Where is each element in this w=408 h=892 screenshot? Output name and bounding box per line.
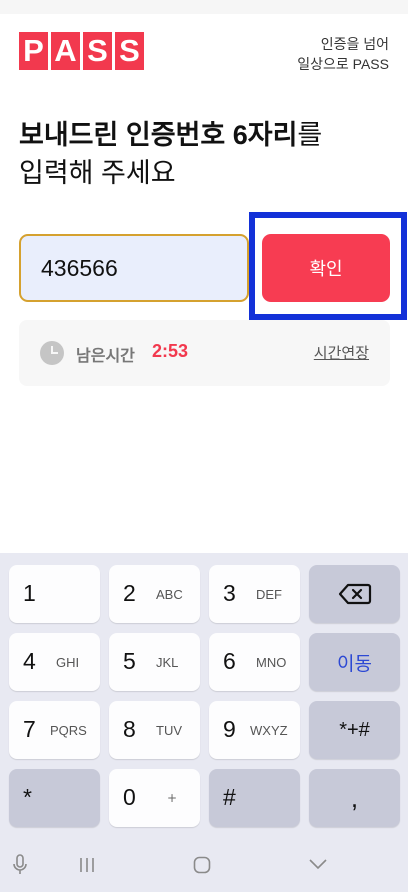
key-number: 1 [23, 580, 36, 606]
move-key[interactable]: 이동 [309, 633, 400, 691]
tagline-line-1: 인증을 넘어 [320, 36, 389, 52]
key-5[interactable]: 5 JKL [109, 633, 200, 691]
tagline: 인증을 넘어 일상으로 PASS [297, 34, 389, 74]
extend-time-link[interactable]: 시간연장 [314, 342, 369, 363]
key-letters: GHI [56, 655, 80, 670]
logo-letter: S [83, 32, 112, 70]
verification-code-value: 436566 [41, 254, 118, 281]
clock-icon [40, 341, 64, 365]
logo-letter: A [51, 32, 80, 70]
tagline-line-2: 일상으로 PASS [297, 56, 389, 72]
key-letters: DEF [256, 587, 282, 602]
key-6[interactable]: 6 MNO [209, 633, 300, 691]
key-letters: TUV [156, 723, 182, 738]
recent-apps-icon[interactable] [78, 857, 96, 873]
navigation-bar [0, 840, 408, 892]
logo-letter: P [19, 32, 48, 70]
hash-key-label: # [223, 784, 236, 810]
page-title-strong: 보내드린 인증번호 6자리 [19, 120, 298, 150]
asterisk-key-label: * [23, 784, 32, 810]
comma-key-label: , [350, 782, 359, 813]
key-9[interactable]: 9 WXYZ [209, 701, 300, 759]
timer-label: 남은시간 [76, 348, 135, 365]
key-8[interactable]: 8 TUV [109, 701, 200, 759]
key-letters: JKL [156, 655, 179, 670]
page-title: 보내드린 인증번호 6자리를 입력해 주세요 [19, 116, 322, 192]
key-letters: ABC [156, 587, 183, 602]
key-letters: PQRS [50, 723, 87, 738]
key-7[interactable]: 7 PQRS [9, 701, 100, 759]
hash-key[interactable]: # [209, 769, 300, 827]
key-number: 9 [223, 716, 236, 742]
key-2[interactable]: 2 ABC [109, 565, 200, 623]
key-letters: + [167, 791, 178, 805]
comma-key[interactable]: , [309, 769, 400, 827]
symbols-key-label: *+# [339, 718, 370, 741]
backspace-key[interactable] [309, 565, 400, 623]
key-4[interactable]: 4 GHI [9, 633, 100, 691]
symbols-key[interactable]: *+# [309, 701, 400, 759]
pass-logo: P A S S [19, 32, 144, 70]
key-number: 5 [123, 648, 136, 674]
key-3[interactable]: 3 DEF [209, 565, 300, 623]
key-0[interactable]: 0 + [109, 769, 200, 827]
back-icon[interactable] [309, 859, 327, 870]
key-number: 4 [23, 648, 36, 674]
verification-code-input[interactable]: 436566 [19, 234, 249, 302]
key-1[interactable]: 1 [9, 565, 100, 623]
page-title-line-2: 입력해 주세요 [19, 158, 176, 188]
home-icon[interactable] [193, 856, 211, 874]
timer-value: 2:53 [152, 341, 189, 361]
key-number: 0 [123, 784, 136, 810]
move-key-label: 이동 [337, 653, 372, 675]
key-number: 2 [123, 580, 136, 606]
timer-panel: 남은시간 2:53 시간연장 [19, 320, 390, 386]
asterisk-key[interactable]: * [9, 769, 100, 827]
key-number: 8 [123, 716, 136, 742]
backspace-icon [338, 583, 371, 605]
logo-letter: S [115, 32, 144, 70]
key-letters: MNO [256, 655, 287, 670]
page-title-rest: 를 [297, 120, 323, 150]
key-number: 7 [23, 716, 36, 742]
key-number: 3 [223, 580, 236, 606]
key-letters: WXYZ [250, 723, 288, 738]
confirm-button-label: 확인 [309, 259, 343, 279]
status-bar [0, 0, 408, 14]
key-number: 6 [223, 648, 236, 674]
mic-icon[interactable] [12, 854, 28, 876]
confirm-button[interactable]: 확인 [262, 234, 390, 302]
